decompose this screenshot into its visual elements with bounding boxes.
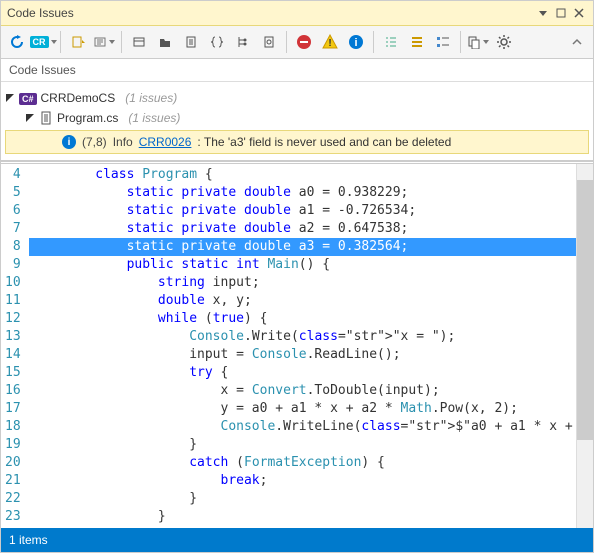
tree-project-row[interactable]: C# CRRDemoCS (1 issues) (5, 88, 589, 108)
tree-file-row[interactable]: Program.cs (1 issues) (5, 108, 589, 128)
list-format1-icon[interactable] (379, 30, 403, 54)
vertical-scrollbar[interactable] (576, 164, 593, 528)
line-number-gutter: 45678910111213141516171819202122232425 (1, 164, 29, 528)
titlebar: Code Issues (1, 1, 593, 26)
issue-code-link[interactable]: CRR0026 (139, 135, 192, 149)
action1-icon[interactable] (66, 30, 90, 54)
copy-icon[interactable] (466, 30, 490, 54)
csharp-project-icon: C# (19, 91, 37, 105)
toolbar: CR ! i (1, 26, 593, 59)
list-format2-icon[interactable] (405, 30, 429, 54)
chevron-up-icon[interactable] (565, 30, 589, 54)
error-icon[interactable] (292, 30, 316, 54)
expand-icon[interactable] (5, 93, 15, 103)
settings-icon[interactable] (492, 30, 516, 54)
project-name: CRRDemoCS (41, 91, 116, 105)
expand-icon[interactable] (25, 113, 35, 123)
separator-icon (286, 31, 287, 53)
folder-icon[interactable] (153, 30, 177, 54)
issue-location: (7,8) (82, 135, 107, 149)
coderush-icon[interactable]: CR (31, 30, 55, 54)
issue-tree: C# CRRDemoCS (1 issues) Program.cs (1 is… (1, 82, 593, 161)
issue-row[interactable]: i (7,8) Info CRR0026 : The 'a3' field is… (5, 130, 589, 154)
window-title: Code Issues (7, 6, 533, 20)
document-icon[interactable] (179, 30, 203, 54)
page-icon[interactable] (257, 30, 281, 54)
project-issue-count: (1 issues) (125, 91, 177, 105)
status-text: 1 items (9, 533, 48, 547)
refresh-icon[interactable] (5, 30, 29, 54)
window: Code Issues CR ! i Code Issues (0, 0, 594, 553)
dropdown-icon[interactable] (535, 5, 551, 21)
action2-icon[interactable] (92, 30, 116, 54)
warning-icon[interactable]: ! (318, 30, 342, 54)
scrollbar-thumb[interactable] (577, 180, 593, 440)
file-icon (39, 111, 53, 125)
tree-icon[interactable] (231, 30, 255, 54)
code-content[interactable]: class Program { static private double a0… (29, 164, 576, 528)
code-editor[interactable]: 45678910111213141516171819202122232425 c… (1, 161, 593, 528)
maximize-icon[interactable] (553, 5, 569, 21)
svg-text:!: ! (328, 38, 331, 49)
file-issue-count: (1 issues) (128, 111, 180, 125)
separator-icon (60, 31, 61, 53)
issue-severity: Info (113, 135, 133, 149)
section-header: Code Issues (1, 59, 593, 82)
separator-icon (373, 31, 374, 53)
info-icon: i (62, 135, 76, 149)
status-bar: 1 items (1, 528, 593, 552)
separator-icon (121, 31, 122, 53)
info-icon[interactable]: i (344, 30, 368, 54)
svg-text:i: i (354, 37, 357, 49)
separator-icon (460, 31, 461, 53)
file-name: Program.cs (57, 111, 118, 125)
close-icon[interactable] (571, 5, 587, 21)
issue-message: : The 'a3' field is never used and can b… (197, 135, 451, 149)
window-icon[interactable] (127, 30, 151, 54)
braces-icon[interactable] (205, 30, 229, 54)
list-format3-icon[interactable] (431, 30, 455, 54)
